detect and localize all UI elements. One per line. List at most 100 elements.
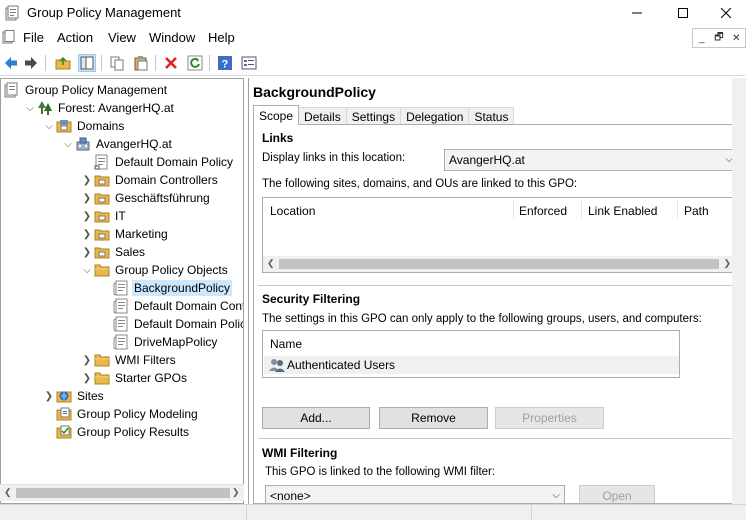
tab-delegation[interactable]: Delegation bbox=[400, 107, 470, 125]
tree-item[interactable]: DriveMapPolicy bbox=[99, 333, 219, 351]
tree-horizontal-scrollbar[interactable]: ❮ ❯ bbox=[0, 484, 244, 501]
expand-arrow-icon[interactable]: ❯ bbox=[42, 389, 56, 403]
properties-button[interactable]: Properties bbox=[495, 407, 604, 429]
tree-item[interactable]: ❯ Starter GPOs bbox=[80, 369, 189, 387]
minimize-icon[interactable] bbox=[614, 0, 660, 26]
tab-details[interactable]: Details bbox=[298, 107, 347, 125]
paste-icon[interactable] bbox=[132, 54, 150, 72]
tree-item-label: Group Policy Results bbox=[77, 425, 190, 439]
expand-arrow-icon[interactable]: ❯ bbox=[80, 353, 94, 367]
expand-arrow-icon[interactable]: ❯ bbox=[80, 371, 94, 385]
column-path[interactable]: Path bbox=[684, 204, 709, 218]
menu-help[interactable]: Help bbox=[208, 30, 235, 45]
mdi-restore-icon[interactable]: 🗗 bbox=[710, 29, 727, 47]
tree-item[interactable]: Default Domain Policy bbox=[80, 153, 235, 171]
tree-item-label: Domains bbox=[77, 119, 125, 133]
tree-item[interactable]: ❯ Geschäftsführung bbox=[80, 189, 212, 207]
tree-item[interactable]: ❯ WMI Filters bbox=[80, 351, 178, 369]
help-icon[interactable]: ? bbox=[216, 54, 234, 72]
security-principals-list[interactable]: Name Authenticated Users bbox=[262, 330, 680, 378]
back-icon[interactable] bbox=[2, 54, 20, 72]
tree-item-label: BackgroundPolicy bbox=[132, 280, 233, 296]
open-button[interactable]: Open bbox=[579, 485, 655, 503]
tree-item[interactable]: BackgroundPolicy bbox=[99, 279, 233, 297]
forward-icon[interactable] bbox=[22, 54, 40, 72]
mdi-controls: _ 🗗 ✕ bbox=[692, 28, 746, 48]
mdi-close-icon[interactable]: ✕ bbox=[728, 29, 745, 47]
collapse-arrow-icon[interactable]: ⌵ bbox=[23, 101, 37, 115]
scroll-left-icon[interactable]: ❮ bbox=[4, 487, 12, 498]
details-vertical-scrollbar[interactable] bbox=[732, 78, 746, 504]
details-pane: BackgroundPolicy Scope Details Settings … bbox=[248, 78, 746, 504]
copy-icon[interactable] bbox=[108, 54, 126, 72]
gpo-icon bbox=[113, 298, 129, 314]
show-hide-tree-icon[interactable] bbox=[78, 54, 96, 72]
properties-icon[interactable] bbox=[240, 54, 258, 72]
tree-item[interactable]: Default Domain Policy bbox=[99, 315, 243, 333]
column-name[interactable]: Name bbox=[270, 337, 302, 351]
chevron-down-icon[interactable]: ⌵ bbox=[552, 490, 560, 501]
links-list[interactable]: Location Enforced Link Enabled Path ❮ ❯ bbox=[262, 197, 736, 273]
tree-item[interactable]: ❯ Sites bbox=[42, 387, 106, 405]
tree-item[interactable]: ❯ Domain Controllers bbox=[80, 171, 220, 189]
tree-item[interactable]: Group Policy Management bbox=[4, 81, 169, 99]
list-item[interactable]: Authenticated Users bbox=[264, 356, 679, 374]
menu-action[interactable]: Action bbox=[57, 30, 93, 45]
scroll-thumb[interactable] bbox=[279, 259, 719, 269]
tab-status[interactable]: Status bbox=[468, 107, 515, 125]
principal-name: Authenticated Users bbox=[287, 358, 396, 372]
collapse-arrow-icon[interactable]: ⌵ bbox=[80, 263, 94, 277]
tree-item-label: AvangerHQ.at bbox=[96, 137, 172, 151]
tree-item[interactable]: ❯ IT bbox=[80, 207, 128, 225]
tree-item[interactable]: ⌵ Domains bbox=[42, 117, 126, 135]
tree-item[interactable]: Group Policy Modeling bbox=[42, 405, 200, 423]
maximize-icon[interactable] bbox=[660, 0, 706, 26]
system-menu-icon[interactable] bbox=[2, 30, 16, 44]
mdi-minimize-icon[interactable]: _ bbox=[693, 29, 710, 47]
status-bar bbox=[0, 504, 746, 520]
add-button[interactable]: Add... bbox=[262, 407, 370, 429]
wmi-filtering-description: This GPO is linked to the following WMI … bbox=[265, 466, 496, 478]
expand-arrow-icon[interactable]: ❯ bbox=[80, 209, 94, 223]
scroll-left-icon[interactable]: ❮ bbox=[267, 258, 275, 269]
expand-arrow-icon[interactable]: ❯ bbox=[80, 245, 94, 259]
column-link-enabled[interactable]: Link Enabled bbox=[588, 204, 657, 218]
scroll-right-icon[interactable]: ❯ bbox=[723, 258, 731, 269]
links-horizontal-scrollbar[interactable]: ❮ ❯ bbox=[263, 256, 735, 272]
delete-icon[interactable] bbox=[162, 54, 180, 72]
location-combobox[interactable]: AvangerHQ.at ⌵ bbox=[444, 149, 738, 171]
menu-file[interactable]: File bbox=[23, 30, 44, 45]
tab-scope[interactable]: Scope bbox=[253, 105, 300, 125]
collapse-arrow-icon[interactable]: ⌵ bbox=[42, 119, 56, 133]
expand-arrow-icon[interactable]: ❯ bbox=[80, 191, 94, 205]
tree-item[interactable]: ❯ Sales bbox=[80, 243, 147, 261]
tree-item[interactable]: ❯ Marketing bbox=[80, 225, 170, 243]
menu-view[interactable]: View bbox=[108, 30, 136, 45]
collapse-arrow-icon[interactable]: ⌵ bbox=[61, 137, 75, 151]
ou-icon bbox=[94, 172, 110, 188]
expand-arrow-icon[interactable]: ❯ bbox=[80, 227, 94, 241]
column-location[interactable]: Location bbox=[270, 204, 315, 218]
scroll-thumb[interactable] bbox=[16, 488, 230, 498]
scroll-right-icon[interactable]: ❯ bbox=[232, 487, 240, 498]
menu-window[interactable]: Window bbox=[149, 30, 195, 45]
linked-description: The following sites, domains, and OUs ar… bbox=[262, 178, 578, 190]
column-enforced[interactable]: Enforced bbox=[519, 204, 567, 218]
tree-item[interactable]: ⌵ Group Policy Objects bbox=[80, 261, 230, 279]
up-folder-icon[interactable] bbox=[54, 54, 72, 72]
gpo-icon bbox=[113, 316, 129, 332]
tree-item[interactable]: Default Domain Contro bbox=[99, 297, 243, 315]
close-icon[interactable] bbox=[706, 0, 746, 26]
expand-arrow-icon[interactable]: ❯ bbox=[80, 173, 94, 187]
refresh-icon[interactable] bbox=[186, 54, 204, 72]
tree-item[interactable]: ⌵ Forest: AvangerHQ.at bbox=[23, 99, 176, 117]
tree-item[interactable]: Group Policy Results bbox=[42, 423, 191, 441]
toolbar: ? bbox=[0, 50, 746, 76]
tab-settings[interactable]: Settings bbox=[345, 107, 402, 125]
wmi-filter-combobox[interactable]: <none> ⌵ bbox=[265, 485, 565, 503]
remove-button[interactable]: Remove bbox=[379, 407, 488, 429]
tree-item-label: Marketing bbox=[115, 227, 168, 241]
tree-item[interactable]: ⌵ AvangerHQ.at bbox=[61, 135, 174, 153]
